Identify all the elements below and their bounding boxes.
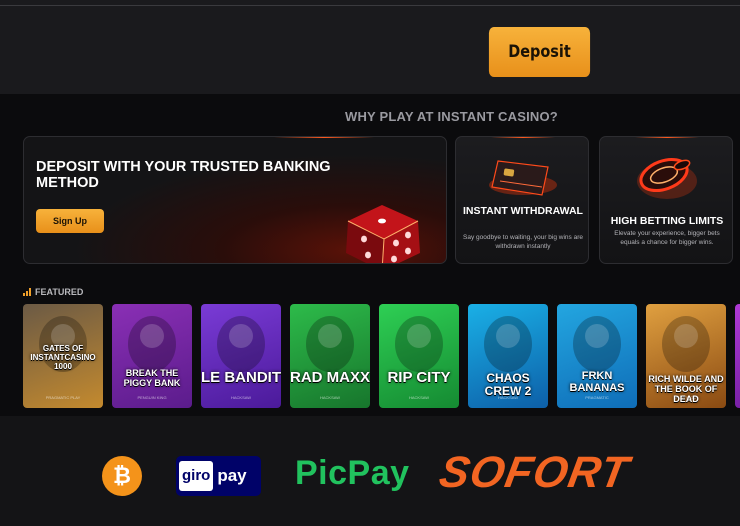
game-title: GATES OF INSTANTCASINO 1000 [30, 344, 96, 371]
game-provider: HACKSAW [408, 395, 430, 400]
game-artwork [395, 316, 443, 372]
sofort-logo: SOFORT [435, 448, 633, 497]
divider [0, 5, 740, 6]
game-title: RAD MAXX [290, 369, 370, 386]
game-provider: HACKSAW [497, 395, 519, 400]
game-tile[interactable]: BREAK THE PIGGY BANK PENGUIN KING [112, 304, 192, 408]
deposit-button[interactable]: Deposit [488, 27, 591, 77]
game-provider: PRAGMATIC PLAY [45, 395, 81, 400]
section-title: WHY PLAY AT INSTANT CASINO? [345, 109, 558, 124]
game-tile[interactable] [735, 304, 740, 408]
featured-label: FEATURED [35, 287, 84, 297]
game-tile[interactable]: RIP CITY HACKSAW [379, 304, 459, 408]
signup-button[interactable]: Sign Up [36, 209, 104, 233]
feature-description: Say goodbye to waiting, your big wins ar… [463, 234, 583, 250]
game-provider: PLAY'N GO [675, 395, 697, 400]
giropay-logo: giro pay [176, 456, 261, 496]
game-tile[interactable]: RAD MAXX HACKSAW [290, 304, 370, 408]
feature-description: Elevate your experience, bigger bets equ… [614, 230, 720, 246]
dice-icon [346, 205, 420, 263]
top-bar: Deposit [0, 0, 740, 94]
game-artwork [128, 316, 176, 372]
chart-icon [23, 288, 31, 296]
picpay-logo: PicPay [295, 454, 410, 492]
game-tile[interactable]: LE BANDIT HACKSAW [201, 304, 281, 408]
hero-banner: DEPOSIT WITH YOUR TRUSTED BANKING METHOD… [23, 136, 447, 264]
game-provider: HACKSAW [319, 395, 341, 400]
feature-instant-withdrawal: INSTANT WITHDRAWAL Say goodbye to waitin… [455, 136, 589, 264]
bitcoin-icon: ₿ [102, 456, 142, 496]
game-title: LE BANDIT [201, 369, 281, 386]
featured-games-row: GATES OF INSTANTCASINO 1000 PRAGMATIC PLA… [23, 304, 740, 408]
giropay-giro-text: giro [179, 461, 214, 491]
feature-high-betting-limits: HIGH BETTING LIMITS Elevate your experie… [599, 136, 733, 264]
game-title: RIP CITY [387, 369, 451, 386]
feature-title: HIGH BETTING LIMITS [610, 215, 724, 227]
giropay-pay-text: pay [217, 466, 247, 485]
game-tile[interactable]: GATES OF INSTANTCASINO 1000 PRAGMATIC PLA… [23, 304, 103, 408]
game-title: FRKN BANANAS [569, 370, 625, 394]
game-tile[interactable]: RICH WILDE AND THE BOOK OF DEAD PLAY'N GO [646, 304, 726, 408]
game-provider: PRAGMATIC [585, 395, 609, 400]
game-artwork [217, 316, 265, 372]
credit-card-icon [489, 160, 557, 196]
featured-header: FEATURED [23, 287, 83, 297]
chip-icon [637, 157, 697, 199]
game-provider: PENGUIN KING [137, 395, 167, 400]
game-artwork [306, 316, 354, 372]
game-tile[interactable]: FRKN BANANAS PRAGMATIC [557, 304, 637, 408]
game-tile[interactable]: CHAOS CREW 2 HACKSAW [468, 304, 548, 408]
game-title: BREAK THE PIGGY BANK [123, 368, 181, 388]
game-provider: HACKSAW [230, 395, 252, 400]
hero-title: DEPOSIT WITH YOUR TRUSTED BANKING METHOD [36, 159, 331, 191]
feature-title: INSTANT WITHDRAWAL [463, 205, 583, 217]
